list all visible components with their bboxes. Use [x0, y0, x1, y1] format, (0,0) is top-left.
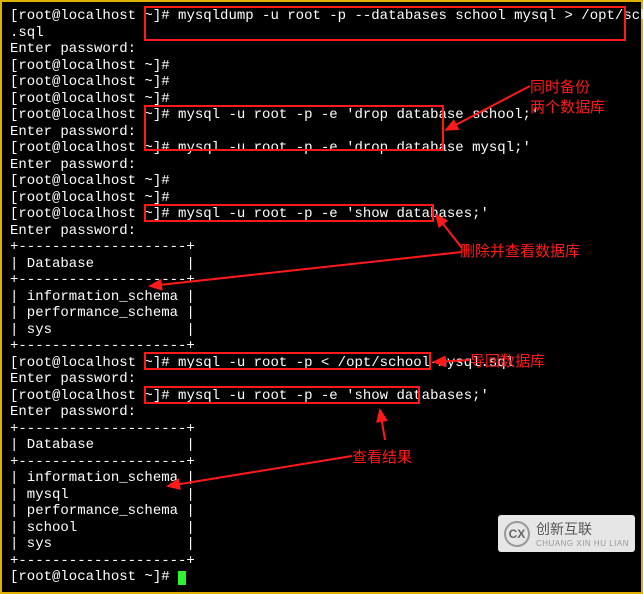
terminal-text: Enter password: — [10, 41, 136, 57]
terminal-line: [root@localhost ~]# mysql -u root -p -e … — [10, 140, 633, 157]
prompt: [root@localhost ~]# — [10, 388, 170, 404]
terminal-text: | school | — [10, 520, 195, 536]
terminal-line: Enter password: — [10, 404, 633, 421]
terminal-text: | Database | — [10, 256, 195, 272]
terminal-line: +--------------------+ — [10, 239, 633, 256]
terminal-line: [root@localhost ~]# mysql -u root -p -e … — [10, 107, 633, 124]
terminal-line: | sys | — [10, 536, 633, 553]
terminal-line: | school | — [10, 520, 633, 537]
terminal-line: | Database | — [10, 256, 633, 273]
terminal-text: | sys | — [10, 536, 195, 552]
terminal-window[interactable]: [root@localhost ~]# mysqldump -u root -p… — [0, 0, 643, 594]
terminal-line: Enter password: — [10, 157, 633, 174]
terminal-text: +--------------------+ — [10, 553, 195, 569]
terminal-line: .sql — [10, 25, 633, 42]
terminal-line: [root@localhost ~]# — [10, 190, 633, 207]
terminal-text: mysqldump -u root -p --databases school … — [170, 8, 643, 24]
prompt: [root@localhost ~]# — [10, 91, 170, 107]
terminal-line: [root@localhost ~]# mysql -u root -p -e … — [10, 388, 633, 405]
terminal-text: | performance_schema | — [10, 503, 195, 519]
prompt: [root@localhost ~]# — [10, 107, 170, 123]
terminal-text: Enter password: — [10, 404, 136, 420]
terminal-text: | Database | — [10, 437, 195, 453]
terminal-text: +--------------------+ — [10, 421, 195, 437]
terminal-text: mysql -u root -p -e 'show databases;' — [170, 206, 489, 222]
terminal-line: | performance_schema | — [10, 305, 633, 322]
prompt: [root@localhost ~]# — [10, 140, 170, 156]
terminal-text: Enter password: — [10, 223, 136, 239]
terminal-line: [root@localhost ~]# mysql -u root -p < /… — [10, 355, 633, 372]
terminal-line: | information_schema | — [10, 289, 633, 306]
prompt: [root@localhost ~]# — [10, 8, 170, 24]
terminal-line: +--------------------+ — [10, 454, 633, 471]
terminal-line: [root@localhost ~]# mysql -u root -p -e … — [10, 206, 633, 223]
terminal-line: [root@localhost ~]# mysqldump -u root -p… — [10, 8, 633, 25]
terminal-text: +--------------------+ — [10, 454, 195, 470]
terminal-line: +--------------------+ — [10, 421, 633, 438]
terminal-text: | information_schema | — [10, 470, 195, 486]
terminal-line: | sys | — [10, 322, 633, 339]
prompt: [root@localhost ~]# — [10, 569, 170, 585]
terminal-line: | information_schema | — [10, 470, 633, 487]
prompt: [root@localhost ~]# — [10, 355, 170, 371]
terminal-line: [root@localhost ~]# — [10, 569, 633, 586]
terminal-text: mysql -u root -p -e 'show databases;' — [170, 388, 489, 404]
prompt: [root@localhost ~]# — [10, 173, 170, 189]
terminal-line: Enter password: — [10, 371, 633, 388]
terminal-text: | information_schema | — [10, 289, 195, 305]
terminal-text: | mysql | — [10, 487, 195, 503]
terminal-line: [root@localhost ~]# — [10, 91, 633, 108]
terminal-text: +--------------------+ — [10, 239, 195, 255]
terminal-text: +--------------------+ — [10, 338, 195, 354]
terminal-line: Enter password: — [10, 41, 633, 58]
cursor-icon — [178, 571, 186, 585]
terminal-text: Enter password: — [10, 157, 136, 173]
terminal-line: Enter password: — [10, 124, 633, 141]
prompt: [root@localhost ~]# — [10, 58, 170, 74]
terminal-text: +--------------------+ — [10, 272, 195, 288]
terminal-line: | mysql | — [10, 487, 633, 504]
terminal-line: +--------------------+ — [10, 338, 633, 355]
terminal-text: Enter password: — [10, 371, 136, 387]
prompt: [root@localhost ~]# — [10, 74, 170, 90]
terminal-text — [170, 569, 178, 585]
terminal-line: | Database | — [10, 437, 633, 454]
terminal-text: mysql -u root -p -e 'drop database mysql… — [170, 140, 531, 156]
terminal-text: | sys | — [10, 322, 195, 338]
terminal-line: +--------------------+ — [10, 553, 633, 570]
prompt: [root@localhost ~]# — [10, 190, 170, 206]
terminal-line: Enter password: — [10, 223, 633, 240]
terminal-line: [root@localhost ~]# — [10, 173, 633, 190]
terminal-line: | performance_schema | — [10, 503, 633, 520]
terminal-text: mysql -u root -p -e 'drop database schoo… — [170, 107, 540, 123]
terminal-line: [root@localhost ~]# — [10, 74, 633, 91]
terminal-line: [root@localhost ~]# — [10, 58, 633, 75]
terminal-text: mysql -u root -p < /opt/school-mysql.sql — [170, 355, 514, 371]
terminal-text: Enter password: — [10, 124, 136, 140]
prompt: [root@localhost ~]# — [10, 206, 170, 222]
terminal-text: .sql — [10, 25, 44, 41]
terminal-line: +--------------------+ — [10, 272, 633, 289]
terminal-text: | performance_schema | — [10, 305, 195, 321]
